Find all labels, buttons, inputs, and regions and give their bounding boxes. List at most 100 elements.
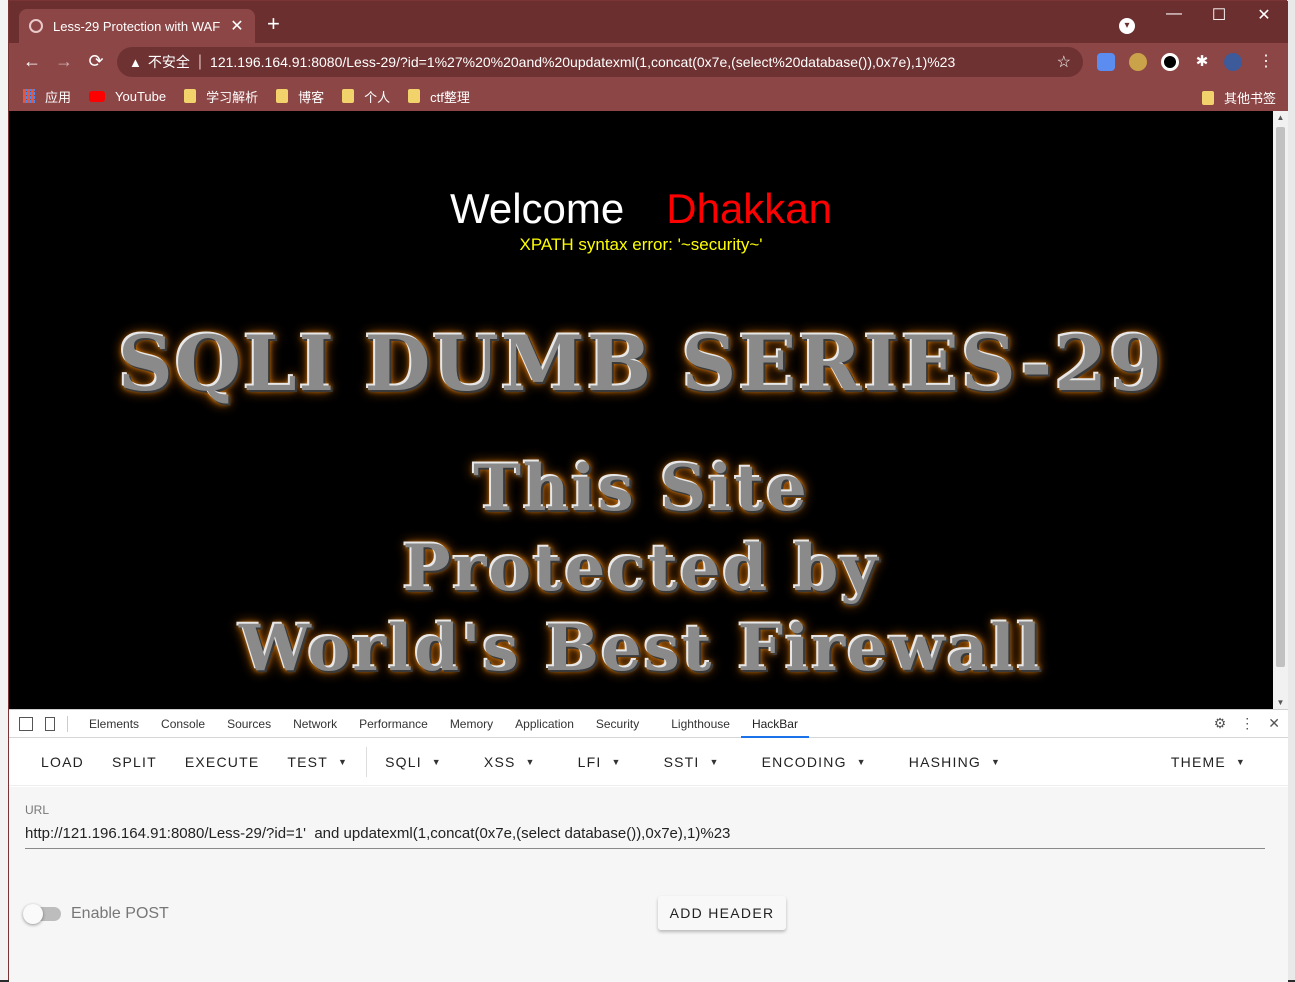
back-button[interactable]: ← xyxy=(21,51,43,72)
insecure-label[interactable]: 不安全 xyxy=(148,52,190,72)
sqli-label: SQLI xyxy=(385,753,422,770)
scrollbar-thumb[interactable] xyxy=(1276,127,1285,667)
url-input[interactable] xyxy=(25,819,1265,849)
minimize-button[interactable]: — xyxy=(1159,5,1189,23)
caret-down-icon: ▼ xyxy=(709,756,720,767)
xpath-error-message: XPATH syntax error: '~security~' xyxy=(519,235,763,254)
reload-button[interactable]: ⟳ xyxy=(85,51,107,72)
address-separator: | xyxy=(197,53,203,70)
new-tab-button[interactable]: + xyxy=(267,13,280,35)
address-bar[interactable]: ▲ 不安全 | 121.196.164.91:8080/Less-29/?id=… xyxy=(117,47,1083,77)
maximize-button[interactable]: ☐ xyxy=(1204,5,1234,25)
tab-close-icon[interactable]: ✕ xyxy=(229,16,245,36)
background-window-right xyxy=(1287,0,1295,980)
ssti-dropdown[interactable]: SSTI ▼ xyxy=(650,754,734,770)
translate-extension-icon[interactable] xyxy=(1097,53,1115,71)
tab-elements[interactable]: Elements xyxy=(78,710,150,738)
caret-down-icon: ▼ xyxy=(990,756,1002,767)
bookmark-label: 学习解析 xyxy=(206,89,259,105)
theme-dropdown[interactable]: THEME ▼ xyxy=(1157,754,1260,770)
circle-extension-icon[interactable] xyxy=(1161,53,1179,71)
bookmark-folder-personal[interactable]: 个人 xyxy=(342,87,390,106)
youtube-icon xyxy=(89,90,106,102)
scroll-down-icon[interactable]: ▼ xyxy=(1273,698,1288,707)
caret-down-icon: ▼ xyxy=(525,756,536,767)
add-header-button[interactable]: ADD HEADER xyxy=(658,896,786,930)
page-scrollbar[interactable]: ▲ ▼ xyxy=(1273,111,1288,709)
hackbar-menu: LOAD SPLIT EXECUTE TEST ▼ SQLI ▼ XSS ▼ LFI ▼… xyxy=(9,738,1288,786)
welcome-text: Welcome xyxy=(449,185,625,232)
bookmark-label: 应用 xyxy=(45,89,72,105)
user-name: Dhakkan xyxy=(666,185,833,232)
more-options-icon[interactable]: ⋮ xyxy=(1240,715,1254,732)
browser-tab[interactable]: Less-29 Protection with WAF ✕ xyxy=(19,9,255,43)
toggle-track[interactable] xyxy=(23,904,61,924)
forward-button[interactable]: → xyxy=(53,51,75,72)
execute-button[interactable]: EXECUTE xyxy=(171,754,274,770)
tab-network[interactable]: Network xyxy=(282,710,348,738)
address-url[interactable]: 121.196.164.91:8080/Less-29/?id=1%27%20%… xyxy=(210,54,1057,70)
lfi-dropdown[interactable]: LFI ▼ xyxy=(564,754,636,770)
devtools-tab-bar: Elements Console Sources Network Perform… xyxy=(9,710,1288,738)
profile-avatar[interactable] xyxy=(1224,53,1242,71)
folder-icon xyxy=(408,89,421,103)
other-bookmarks[interactable]: 其他书签 xyxy=(1201,88,1276,107)
apps-grid-icon xyxy=(23,89,35,103)
xss-dropdown[interactable]: XSS ▼ xyxy=(470,754,550,770)
ssti-label: SSTI xyxy=(663,753,700,770)
theme-label: THEME xyxy=(1170,754,1226,770)
divider xyxy=(67,715,68,732)
warning-icon: ▲ xyxy=(129,54,142,70)
close-window-button[interactable]: ✕ xyxy=(1249,5,1279,25)
tab-memory[interactable]: Memory xyxy=(439,710,504,738)
load-label: LOAD xyxy=(41,753,84,770)
toggle-knob[interactable] xyxy=(23,904,43,924)
bookmark-label: 个人 xyxy=(364,89,391,105)
browser-window: Less-29 Protection with WAF ✕ + ▾ — ☐ ✕ … xyxy=(8,0,1288,982)
tab-console[interactable]: Console xyxy=(150,710,216,738)
globe-icon xyxy=(29,19,43,33)
other-bookmarks-label: 其他书签 xyxy=(1223,91,1276,106)
owl-extension-icon[interactable] xyxy=(1129,53,1147,71)
tab-performance[interactable]: Performance xyxy=(348,710,439,738)
bookmark-star-icon[interactable]: ☆ xyxy=(1057,52,1071,72)
tab-security[interactable]: Security xyxy=(585,710,650,738)
test-label: TEST xyxy=(287,753,328,770)
bookmark-youtube[interactable]: YouTube xyxy=(89,89,166,104)
settings-gear-icon[interactable]: ⚙ xyxy=(1214,715,1227,732)
browser-menu-icon[interactable]: ⋮ xyxy=(1257,53,1275,71)
enable-post-toggle[interactable]: Enable POST xyxy=(23,904,169,924)
tab-hackbar[interactable]: HackBar xyxy=(740,710,809,738)
split-button[interactable]: SPLIT xyxy=(98,754,171,770)
bookmark-folder-ctf[interactable]: ctf整理 xyxy=(408,87,470,106)
devtools-actions: ⚙ ⋮ ✕ xyxy=(1214,715,1280,732)
bookmark-apps[interactable]: 应用 xyxy=(23,87,71,106)
encoding-dropdown[interactable]: ENCODING ▼ xyxy=(748,754,881,770)
hashing-dropdown[interactable]: HASHING ▼ xyxy=(895,754,1015,770)
tab-lighthouse[interactable]: Lighthouse xyxy=(660,710,741,738)
encoding-label: ENCODING xyxy=(761,753,847,770)
bookmark-folder-blog[interactable]: 博客 xyxy=(276,87,324,106)
extensions-puzzle-icon[interactable]: ✱ xyxy=(1193,53,1211,71)
tab-sources[interactable]: Sources xyxy=(216,710,282,738)
caret-down-icon: ▼ xyxy=(337,756,349,767)
bookmark-folder-study[interactable]: 学习解析 xyxy=(184,87,258,106)
caret-down-icon: ▼ xyxy=(1235,757,1246,767)
inspect-element-icon[interactable] xyxy=(19,716,33,731)
sqli-dropdown[interactable]: SQLI ▼ xyxy=(371,754,456,770)
device-toolbar-icon[interactable] xyxy=(45,716,55,731)
tab-application[interactable]: Application xyxy=(504,710,585,738)
tab-search-icon[interactable]: ▾ xyxy=(1119,18,1135,34)
enable-post-label: Enable POST xyxy=(71,905,169,922)
banner-line-3: World's Best Firewall xyxy=(238,611,1044,686)
url-label: URL xyxy=(25,803,50,817)
load-button[interactable]: LOAD xyxy=(27,754,98,770)
bookmark-label: 博客 xyxy=(298,89,325,105)
welcome-heading: Welcome Dhakkan xyxy=(9,185,1273,233)
tab-title: Less-29 Protection with WAF xyxy=(53,18,221,34)
test-dropdown[interactable]: TEST ▼ xyxy=(273,754,362,770)
lfi-label: LFI xyxy=(577,753,602,770)
tab-strip: Less-29 Protection with WAF ✕ + ▾ — ☐ ✕ xyxy=(9,1,1288,43)
scroll-up-icon[interactable]: ▲ xyxy=(1273,113,1288,122)
close-devtools-icon[interactable]: ✕ xyxy=(1268,715,1280,732)
